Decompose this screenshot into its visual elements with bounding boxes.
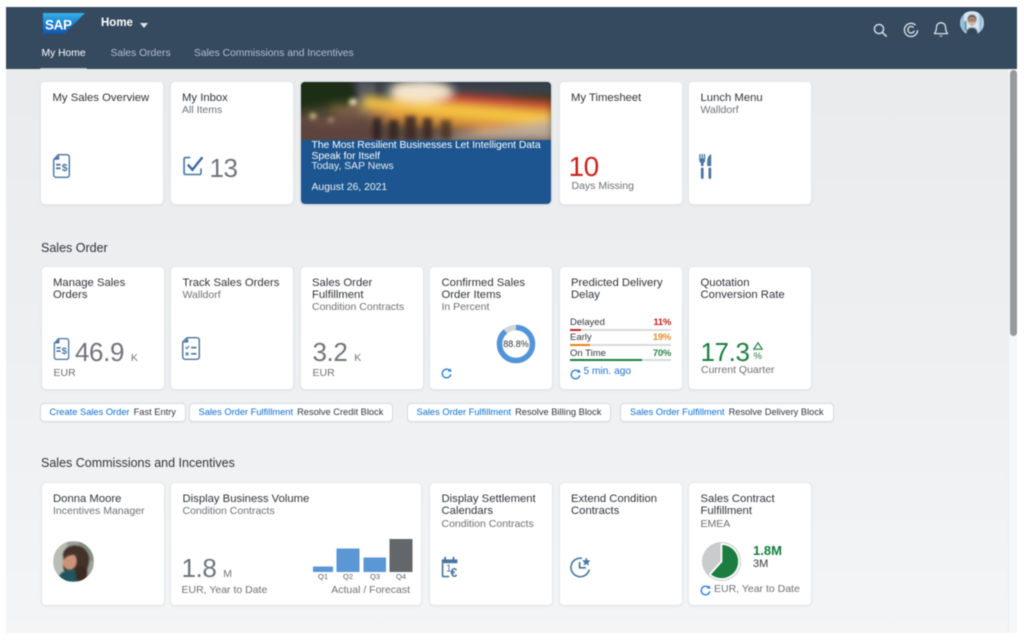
svg-text:Q4: Q4: [396, 572, 406, 581]
svg-text:$: $: [61, 345, 67, 356]
svg-text:Q3: Q3: [370, 572, 380, 581]
svg-text:$: $: [62, 162, 68, 174]
svg-text:Q2: Q2: [343, 572, 353, 581]
svg-text:Q1: Q1: [318, 572, 328, 581]
svg-text:€: €: [450, 566, 457, 578]
svg-text:88.8%: 88.8%: [503, 339, 529, 349]
svg-text:SAP: SAP: [45, 18, 72, 33]
